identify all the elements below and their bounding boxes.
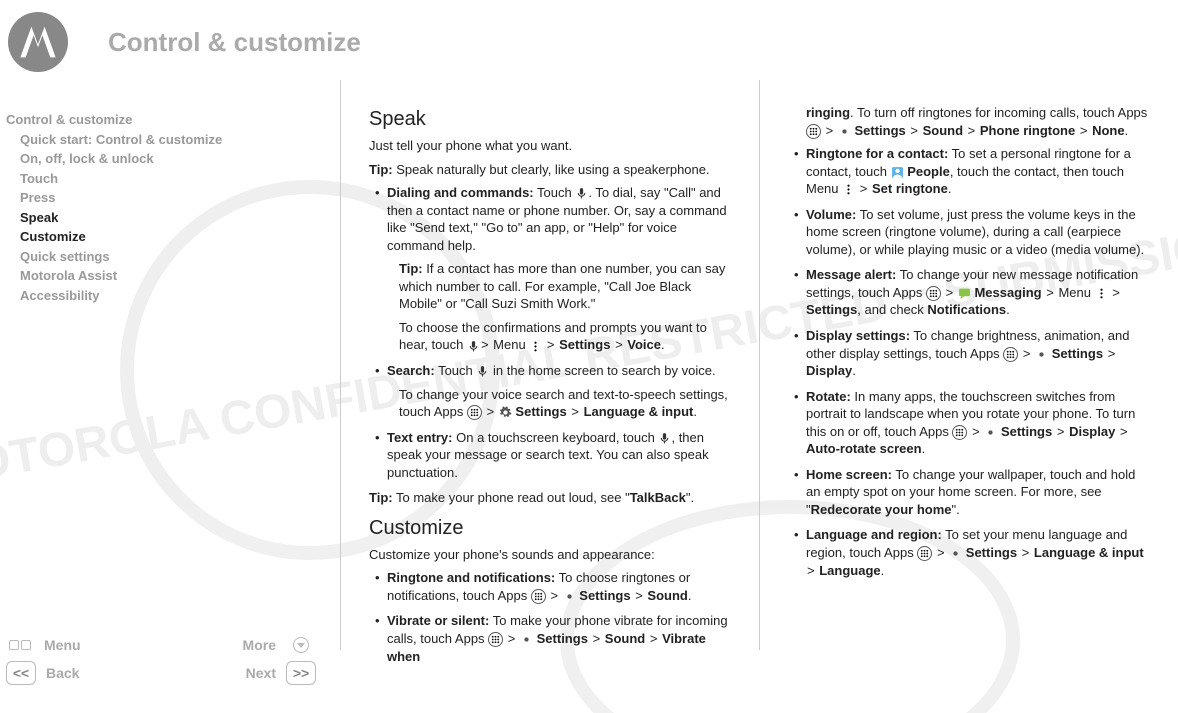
list-item: Search: Touch in the home screen to sear… — [375, 362, 731, 421]
content-area: Speak Just tell your phone what you want… — [340, 80, 1178, 650]
toc-item[interactable]: Control & customize — [6, 110, 334, 130]
list-item: Ringtone for a contact: To set a persona… — [794, 145, 1150, 198]
page-title: Control & customize — [108, 27, 361, 58]
list-item: Volume: To set volume, just press the vo… — [794, 206, 1150, 259]
gear-icon — [520, 633, 533, 646]
list-item: Message alert: To change your new messag… — [794, 266, 1150, 319]
menu-dots-icon — [1095, 287, 1108, 300]
back-button-icon[interactable]: << — [6, 661, 36, 685]
sub-paragraph: To choose the confirmations and prompts … — [399, 319, 731, 354]
gear-icon — [838, 125, 851, 138]
section-heading-customize: Customize — [369, 515, 731, 542]
messaging-icon — [958, 287, 971, 300]
apps-icon — [1003, 347, 1018, 362]
content-column-1: Speak Just tell your phone what you want… — [340, 80, 759, 650]
list-item: Dialing and commands: Touch . To dial, s… — [375, 184, 731, 354]
gear-icon — [1035, 348, 1048, 361]
toc-item[interactable]: On, off, lock & unlock — [6, 149, 334, 169]
mic-icon — [476, 365, 489, 378]
sidebar-nav: Menu More << Back Next >> — [6, 633, 316, 689]
toc-item[interactable]: Accessibility — [6, 286, 334, 306]
gear-icon — [563, 590, 576, 603]
menu-grid-icon[interactable] — [6, 633, 34, 657]
sidebar-toc: Control & customize Quick start: Control… — [0, 80, 340, 650]
nav-more-label[interactable]: More — [243, 637, 276, 653]
toc-item-active[interactable]: Speak — [6, 208, 334, 228]
sub-tip: Tip: If a contact has more than one numb… — [399, 260, 731, 313]
toc-item[interactable]: Quick settings — [6, 247, 334, 267]
toc-item-active[interactable]: Customize — [6, 227, 334, 247]
people-icon — [891, 166, 904, 179]
menu-dots-icon — [529, 340, 542, 353]
toc-item[interactable]: Motorola Assist — [6, 266, 334, 286]
mic-icon — [575, 187, 588, 200]
section-heading-speak: Speak — [369, 106, 731, 133]
menu-dots-icon — [842, 183, 855, 196]
list-item: Ringtone and notifications: To choose ri… — [375, 569, 731, 604]
nav-back-label[interactable]: Back — [46, 665, 79, 681]
gear-icon — [984, 426, 997, 439]
mic-icon — [467, 340, 480, 353]
apps-icon — [806, 124, 821, 139]
more-down-icon[interactable] — [286, 633, 316, 657]
paragraph: Just tell your phone what you want. — [369, 137, 731, 155]
next-button-icon[interactable]: >> — [286, 661, 316, 685]
nav-menu-label[interactable]: Menu — [44, 637, 81, 653]
apps-icon — [917, 546, 932, 561]
list-item: Rotate: In many apps, the touchscreen sw… — [794, 388, 1150, 458]
motorola-logo-icon — [8, 12, 68, 72]
sub-paragraph: To change your voice search and text-to-… — [399, 386, 731, 421]
list-item: Display settings: To change brightness, … — [794, 327, 1150, 380]
apps-icon — [531, 589, 546, 604]
toc-item[interactable]: Press — [6, 188, 334, 208]
apps-icon — [467, 405, 482, 420]
list-item: Home screen: To change your wallpaper, t… — [794, 466, 1150, 519]
gear-icon — [499, 406, 512, 419]
paragraph: Customize your phone's sounds and appear… — [369, 546, 731, 564]
nav-next-label[interactable]: Next — [246, 665, 276, 681]
apps-icon — [926, 286, 941, 301]
mic-icon — [658, 432, 671, 445]
toc-item[interactable]: Quick start: Control & customize — [6, 130, 334, 150]
tip: Tip: Speak naturally but clearly, like u… — [369, 161, 731, 179]
toc-item[interactable]: Touch — [6, 169, 334, 189]
list-item: Text entry: On a touchscreen keyboard, t… — [375, 429, 731, 482]
list-item: Language and region: To set your menu la… — [794, 526, 1150, 579]
content-column-2: ringing. To turn off ringtones for incom… — [759, 80, 1178, 650]
tip: Tip: To make your phone read out loud, s… — [369, 489, 731, 507]
apps-icon — [488, 632, 503, 647]
gear-icon — [949, 547, 962, 560]
page-header: Control & customize — [0, 0, 1178, 80]
paragraph-continuation: ringing. To turn off ringtones for incom… — [806, 104, 1150, 139]
apps-icon — [952, 425, 967, 440]
list-item: Vibrate or silent: To make your phone vi… — [375, 612, 731, 665]
